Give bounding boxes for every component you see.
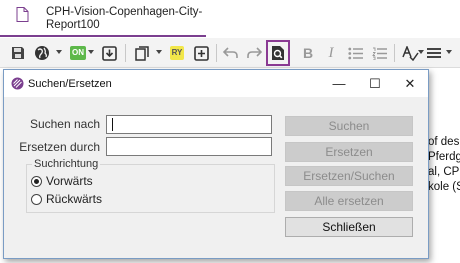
undo-icon [223, 47, 238, 58]
add-button[interactable] [191, 42, 211, 64]
minimize-button[interactable]: — [321, 70, 357, 97]
numbered-list-icon [371, 47, 387, 60]
document-body-text: of des Pferdg al, CPH kole (S [428, 135, 460, 195]
globe-icon [35, 46, 49, 60]
replace-button[interactable]: Ersetzen [285, 142, 413, 162]
close-button[interactable]: ✕ [392, 70, 428, 97]
import-button[interactable] [99, 42, 119, 64]
dialog-titlebar[interactable]: Suchen/Ersetzen — ☐ ✕ [4, 70, 428, 97]
active-tab-indicator [0, 35, 206, 37]
document-tab[interactable]: CPH-Vision-Copenhagen-City-Report100 [16, 0, 206, 36]
direction-forward-option[interactable]: Vorwärts [31, 174, 93, 188]
app-logo-icon [11, 77, 24, 90]
on-dropdown-caret[interactable] [88, 50, 94, 54]
replace-label: Ersetzen durch [19, 140, 100, 154]
toolbar-separator [125, 44, 126, 62]
save-button[interactable] [8, 42, 28, 64]
web-dropdown-caret[interactable] [56, 50, 62, 54]
replace-input[interactable] [106, 137, 272, 156]
radio-button[interactable] [31, 175, 42, 187]
direction-backward-label: Rückwärts [46, 192, 103, 206]
search-input[interactable] [106, 115, 272, 134]
copy-dropdown-caret[interactable] [156, 50, 162, 54]
maximize-button[interactable]: ☐ [357, 70, 393, 97]
document-text-line: kole (S [428, 181, 460, 193]
close-dialog-button[interactable]: Schließen [285, 217, 413, 237]
document-tab-bar: CPH-Vision-Copenhagen-City-Report100 [0, 0, 460, 38]
on-badge: ON [70, 46, 86, 60]
spellcheck-button[interactable] [400, 42, 420, 64]
on-toggle-button[interactable]: ON [68, 42, 88, 64]
search-button[interactable]: Suchen [285, 116, 413, 136]
bullet-list-icon [347, 47, 363, 59]
spellcheck-icon [401, 45, 419, 61]
ry-button[interactable]: RY [167, 42, 187, 64]
document-icon [16, 7, 29, 22]
replace-search-button[interactable]: Ersetzen/Suchen [285, 166, 413, 186]
search-label: Suchen nach [29, 117, 100, 131]
find-replace-dialog: Suchen/Ersetzen — ☐ ✕ Suchen nach Ersetz… [3, 69, 429, 259]
search-direction-title: Suchrichtung [32, 158, 101, 170]
document-text-line: of des [428, 136, 460, 148]
undo-button[interactable] [221, 42, 241, 64]
redo-icon [247, 47, 262, 58]
dialog-title: Suchen/Ersetzen [28, 78, 112, 90]
text-cursor [112, 118, 113, 131]
direction-backward-option[interactable]: Rückwärts [31, 192, 102, 206]
radio-button[interactable] [31, 193, 42, 205]
add-box-icon [193, 45, 209, 61]
direction-forward-label: Vorwärts [46, 174, 93, 188]
import-box-icon [101, 45, 117, 61]
document-text-line: al, CPH [428, 166, 460, 178]
copy-button[interactable] [132, 42, 152, 64]
redo-button[interactable] [244, 42, 264, 64]
find-document-icon [272, 46, 284, 60]
align-dropdown-caret[interactable] [446, 50, 452, 54]
save-icon [12, 47, 24, 59]
copy-icon [134, 45, 149, 61]
bullet-list-button[interactable] [345, 42, 365, 64]
numbered-list-button[interactable] [369, 42, 389, 64]
bold-button[interactable]: B [298, 42, 318, 64]
align-icon [427, 48, 441, 58]
document-text-line: Pferdg [428, 151, 460, 163]
ry-badge: RY [169, 46, 185, 60]
toolbar-separator [216, 44, 217, 62]
find-replace-button[interactable] [266, 40, 290, 66]
align-button[interactable] [424, 42, 444, 64]
replace-all-button[interactable]: Alle ersetzen [285, 191, 413, 211]
editor-toolbar: ON RY B I [0, 38, 460, 68]
toolbar-separator [394, 44, 395, 62]
web-button[interactable] [32, 42, 52, 64]
document-tab-title: CPH-Vision-Copenhagen-City-Report100 [46, 6, 203, 31]
italic-button[interactable]: I [321, 42, 341, 64]
